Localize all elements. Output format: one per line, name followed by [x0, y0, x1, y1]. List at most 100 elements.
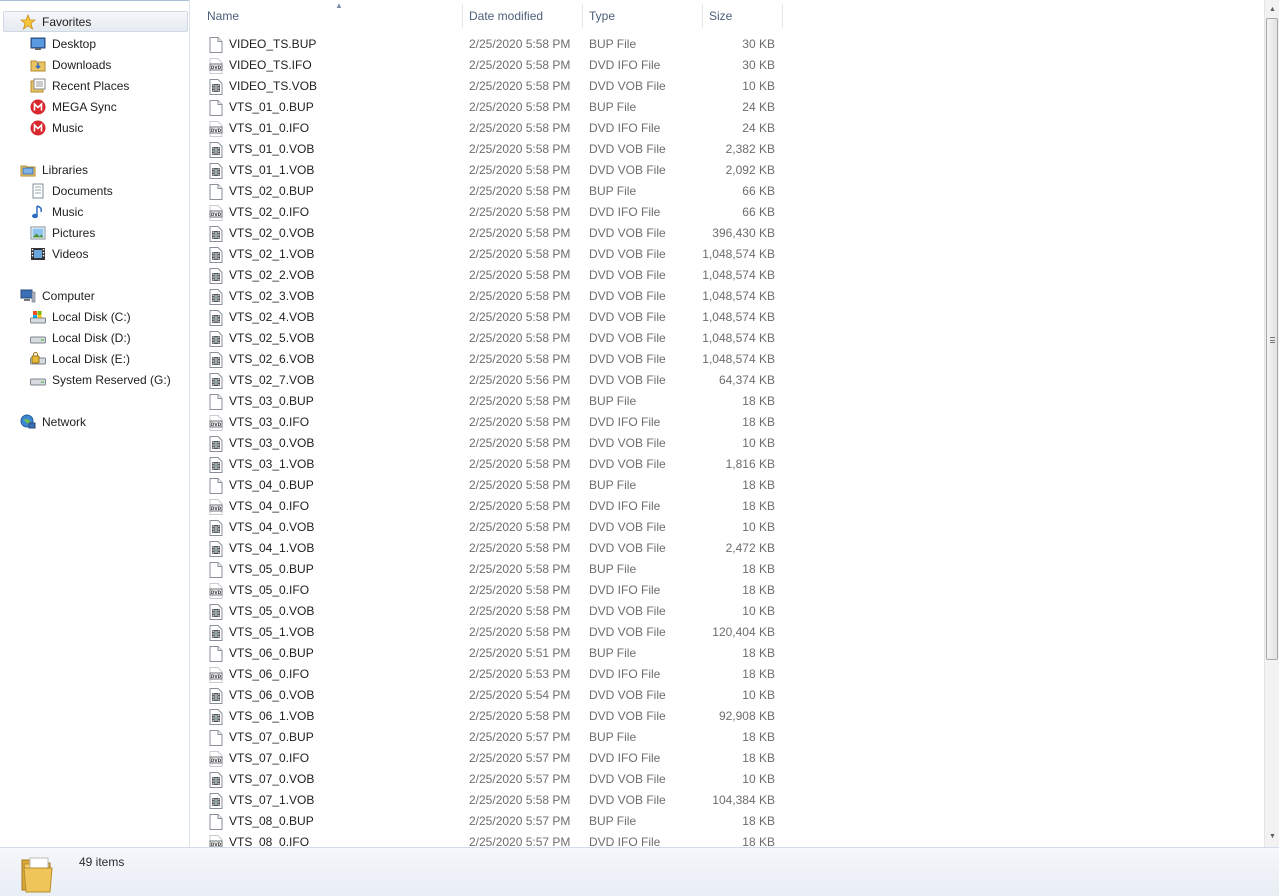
scroll-up-arrow-icon[interactable]: ▲: [1265, 2, 1279, 18]
file-row[interactable]: VTS_02_5.VOB 2/25/2020 5:58 PM DVD VOB Fil…: [191, 328, 791, 349]
file-row[interactable]: VTS_03_1.VOB 2/25/2020 5:58 PM DVD VOB Fil…: [191, 454, 791, 475]
scrollbar-thumb[interactable]: [1266, 18, 1278, 660]
column-header-date-modified[interactable]: Date modified: [463, 4, 583, 28]
file-size: 1,816 KB: [725, 457, 775, 471]
file-row[interactable]: VTS_06_1.VOB 2/25/2020 5:58 PM DVD VOB Fil…: [191, 706, 791, 727]
file-name: VTS_04_1.VOB: [229, 541, 315, 555]
file-row[interactable]: VIDEO_TS.VOB 2/25/2020 5:58 PM DVD VOB Fil…: [191, 76, 791, 97]
nav-computer[interactable]: Computer: [20, 285, 95, 306]
scroll-down-arrow-icon[interactable]: ▼: [1265, 829, 1279, 845]
file-name: VTS_02_6.VOB: [229, 352, 315, 366]
nav-item-system-reserved-g[interactable]: System Reserved (G:): [30, 369, 171, 390]
file-row[interactable]: DVD VTS_02_0.IFO 2/25/2020 5:58 PM DVD IFO …: [191, 202, 791, 223]
file-size: 92,908 KB: [718, 709, 775, 723]
file-date-modified: 2/25/2020 5:58 PM: [469, 793, 571, 807]
nav-item-music-mega[interactable]: Music: [30, 117, 83, 138]
file-date-modified: 2/25/2020 5:58 PM: [469, 394, 571, 408]
nav-item-label: Documents: [52, 183, 113, 198]
file-row[interactable]: VTS_05_0.BUP 2/25/2020 5:58 PM BUP File 18 …: [191, 559, 791, 580]
file-row[interactable]: VTS_07_0.VOB 2/25/2020 5:57 PM DVD VOB Fil…: [191, 769, 791, 790]
nav-item-documents[interactable]: Documents: [30, 180, 113, 201]
file-name: VTS_03_0.VOB: [229, 436, 315, 450]
nav-item-music[interactable]: Music: [30, 201, 83, 222]
file-row[interactable]: VTS_06_0.BUP 2/25/2020 5:51 PM BUP File 18 …: [191, 643, 791, 664]
file-date-modified: 2/25/2020 5:58 PM: [469, 520, 571, 534]
file-row[interactable]: VTS_07_1.VOB 2/25/2020 5:58 PM DVD VOB Fil…: [191, 790, 791, 811]
file-date-modified: 2/25/2020 5:58 PM: [469, 142, 571, 156]
file-row[interactable]: VTS_02_4.VOB 2/25/2020 5:58 PM DVD VOB Fil…: [191, 307, 791, 328]
file-row[interactable]: VTS_02_0.BUP 2/25/2020 5:58 PM BUP File 66 …: [191, 181, 791, 202]
file-row[interactable]: DVD VTS_04_0.IFO 2/25/2020 5:58 PM DVD IFO …: [191, 496, 791, 517]
nav-item-downloads[interactable]: Downloads: [30, 54, 111, 75]
file-row[interactable]: VTS_02_0.VOB 2/25/2020 5:58 PM DVD VOB Fil…: [191, 223, 791, 244]
file-row[interactable]: VTS_02_7.VOB 2/25/2020 5:56 PM DVD VOB Fil…: [191, 370, 791, 391]
nav-item-local-disk-e[interactable]: Local Disk (E:): [30, 348, 130, 369]
file-row[interactable]: DVD VTS_06_0.IFO 2/25/2020 5:53 PM DVD IFO …: [191, 664, 791, 685]
file-row[interactable]: VTS_02_2.VOB 2/25/2020 5:58 PM DVD VOB Fil…: [191, 265, 791, 286]
file-row[interactable]: VTS_03_0.VOB 2/25/2020 5:58 PM DVD VOB Fil…: [191, 433, 791, 454]
file-row[interactable]: DVD VTS_08_0.IFO 2/25/2020 5:57 PM DVD IFO …: [191, 832, 791, 847]
file-row[interactable]: DVD VIDEO_TS.IFO 2/25/2020 5:58 PM DVD IFO …: [191, 55, 791, 76]
column-header-type[interactable]: Type: [583, 4, 703, 28]
column-header-size[interactable]: Size: [703, 4, 783, 28]
file-row[interactable]: VTS_03_0.BUP 2/25/2020 5:58 PM BUP File 18 …: [191, 391, 791, 412]
dvd-ifo-icon: DVD: [209, 667, 223, 683]
nav-item-label: Videos: [52, 246, 89, 261]
column-header-name[interactable]: Name ▲: [201, 1, 463, 28]
file-size: 1,048,574 KB: [702, 352, 775, 366]
videos-icon: [30, 246, 46, 262]
file-name: VTS_02_2.VOB: [229, 268, 315, 282]
blank-file-icon: [209, 730, 223, 746]
nav-favorites[interactable]: Favorites: [3, 11, 188, 32]
nav-item-mega-sync[interactable]: MEGA Sync: [30, 96, 117, 117]
file-row[interactable]: DVD VTS_03_0.IFO 2/25/2020 5:58 PM DVD IFO …: [191, 412, 791, 433]
file-row[interactable]: VTS_06_0.VOB 2/25/2020 5:54 PM DVD VOB Fil…: [191, 685, 791, 706]
file-name: VTS_01_0.IFO: [229, 121, 310, 135]
nav-item-desktop[interactable]: Desktop: [30, 33, 96, 54]
file-row[interactable]: VTS_04_0.BUP 2/25/2020 5:58 PM BUP File 18 …: [191, 475, 791, 496]
file-row[interactable]: VTS_04_1.VOB 2/25/2020 5:58 PM DVD VOB Fil…: [191, 538, 791, 559]
file-row[interactable]: VTS_02_3.VOB 2/25/2020 5:58 PM DVD VOB Fil…: [191, 286, 791, 307]
file-row[interactable]: VTS_02_1.VOB 2/25/2020 5:58 PM DVD VOB Fil…: [191, 244, 791, 265]
file-type: DVD IFO File: [589, 751, 661, 765]
file-row[interactable]: VTS_05_1.VOB 2/25/2020 5:58 PM DVD VOB Fil…: [191, 622, 791, 643]
file-size: 18 KB: [742, 415, 775, 429]
file-row[interactable]: VIDEO_TS.BUP 2/25/2020 5:58 PM BUP File 30 …: [191, 34, 791, 55]
file-name: VTS_04_0.VOB: [229, 520, 315, 534]
nav-item-pictures[interactable]: Pictures: [30, 222, 95, 243]
nav-libraries-label: Libraries: [42, 162, 89, 177]
file-row[interactable]: VTS_07_0.BUP 2/25/2020 5:57 PM BUP File 18 …: [191, 727, 791, 748]
nav-item-label: MEGA Sync: [52, 99, 117, 114]
blank-file-icon: [209, 814, 223, 830]
dvd-ifo-icon: DVD: [209, 583, 223, 599]
file-date-modified: 2/25/2020 5:57 PM: [469, 730, 571, 744]
file-row[interactable]: VTS_01_0.BUP 2/25/2020 5:58 PM BUP File 24 …: [191, 97, 791, 118]
file-row[interactable]: VTS_05_0.VOB 2/25/2020 5:58 PM DVD VOB Fil…: [191, 601, 791, 622]
nav-network[interactable]: Network: [20, 411, 86, 432]
file-row[interactable]: VTS_08_0.BUP 2/25/2020 5:57 PM BUP File 18 …: [191, 811, 791, 832]
file-type: DVD VOB File: [589, 457, 666, 471]
file-name: VTS_04_0.IFO: [229, 499, 310, 513]
nav-item-recent-places[interactable]: Recent Places: [30, 75, 129, 96]
svg-text:DVD: DVD: [211, 590, 222, 595]
file-type: DVD VOB File: [589, 79, 666, 93]
file-date-modified: 2/25/2020 5:58 PM: [469, 226, 571, 240]
file-row[interactable]: VTS_01_1.VOB 2/25/2020 5:58 PM DVD VOB Fil…: [191, 160, 791, 181]
dvd-vob-icon: [209, 373, 223, 389]
nav-item-videos[interactable]: Videos: [30, 243, 88, 264]
file-row[interactable]: DVD VTS_05_0.IFO 2/25/2020 5:58 PM DVD IFO …: [191, 580, 791, 601]
file-row[interactable]: DVD VTS_01_0.IFO 2/25/2020 5:58 PM DVD IFO …: [191, 118, 791, 139]
nav-item-local-disk-c[interactable]: Local Disk (C:): [30, 306, 131, 327]
vertical-scrollbar[interactable]: ▲ ▼: [1264, 0, 1279, 847]
file-row[interactable]: DVD VTS_07_0.IFO 2/25/2020 5:57 PM DVD IFO …: [191, 748, 791, 769]
file-row[interactable]: VTS_02_6.VOB 2/25/2020 5:58 PM DVD VOB Fil…: [191, 349, 791, 370]
dvd-vob-icon: [209, 331, 223, 347]
file-date-modified: 2/25/2020 5:58 PM: [469, 352, 571, 366]
file-size: 1,048,574 KB: [702, 268, 775, 282]
file-row[interactable]: VTS_04_0.VOB 2/25/2020 5:58 PM DVD VOB Fil…: [191, 517, 791, 538]
file-row[interactable]: VTS_01_0.VOB 2/25/2020 5:58 PM DVD VOB Fil…: [191, 139, 791, 160]
nav-item-local-disk-d[interactable]: Local Disk (D:): [30, 327, 131, 348]
file-date-modified: 2/25/2020 5:58 PM: [469, 58, 571, 72]
file-type: DVD VOB File: [589, 541, 666, 555]
nav-libraries[interactable]: Libraries: [20, 159, 88, 180]
